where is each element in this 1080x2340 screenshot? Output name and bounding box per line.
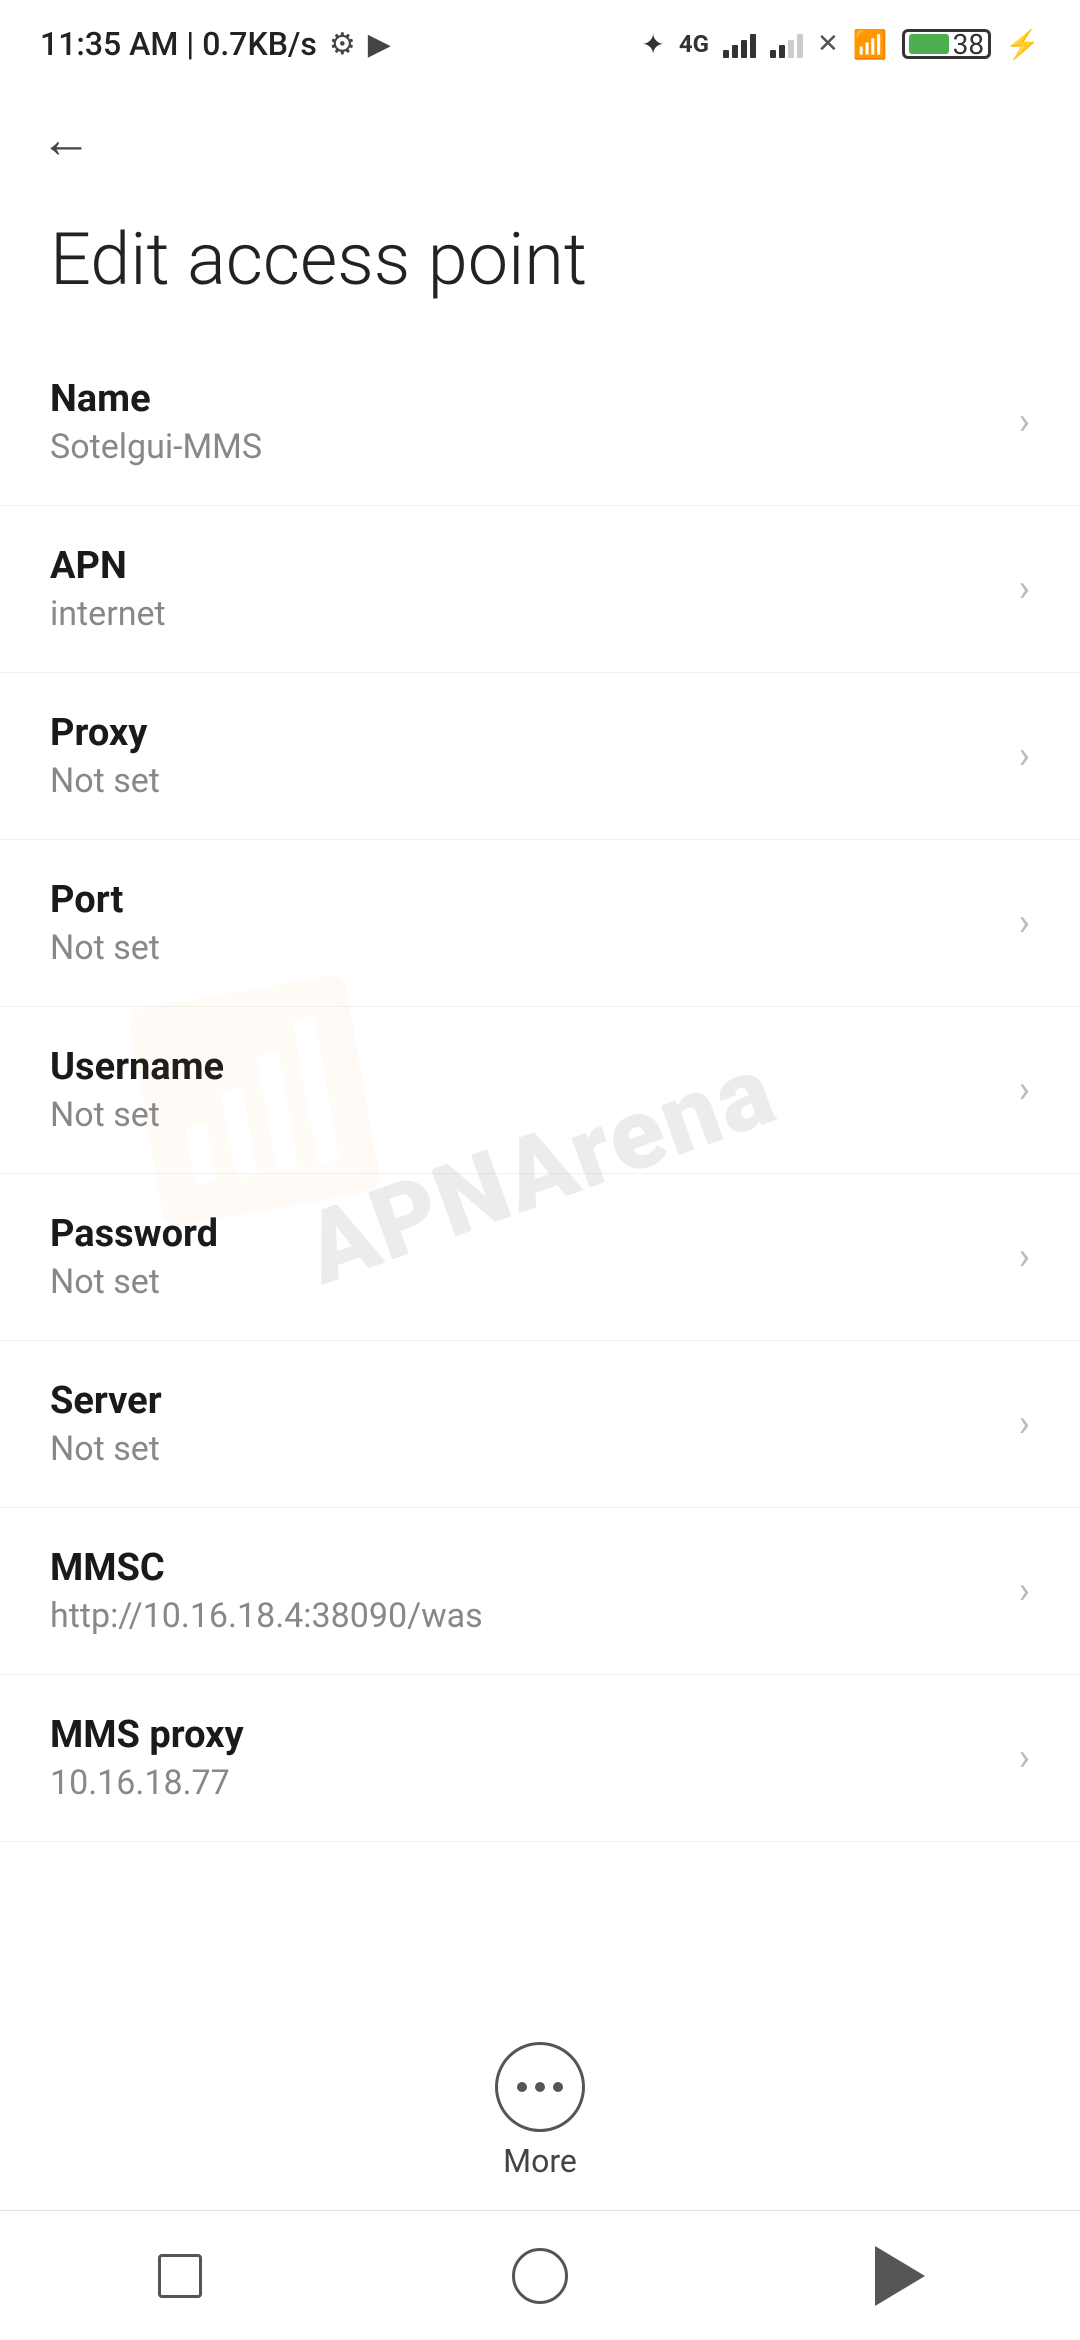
chevron-right-icon: › xyxy=(1019,1402,1030,1446)
settings-item-label: Password xyxy=(50,1212,999,1256)
settings-item-label: Name xyxy=(50,377,999,421)
settings-item-label: Server xyxy=(50,1379,999,1423)
settings-item-label: APN xyxy=(50,544,999,588)
more-button[interactable]: More xyxy=(495,2042,585,2180)
more-label: More xyxy=(503,2142,577,2180)
signal-bars-2 xyxy=(770,30,803,58)
settings-item-value: 10.16.18.77 xyxy=(50,1763,999,1803)
nav-recents-icon xyxy=(158,2254,202,2298)
settings-item[interactable]: Server Not set › xyxy=(0,1341,1080,1508)
status-bar: 11:35 AM | 0.7KB/s ⚙ ▶ ✦ 4G ✕ 📶 38 ⚡ xyxy=(0,0,1080,80)
settings-item-value: Sotelgui-MMS xyxy=(50,427,999,467)
gear-icon: ⚙ xyxy=(329,27,356,62)
nav-home-button[interactable] xyxy=(500,2236,580,2316)
settings-item-value: http://10.16.18.4:38090/was xyxy=(50,1596,999,1636)
bluetooth-icon: ✦ xyxy=(641,28,664,61)
nav-bar xyxy=(0,2210,1080,2340)
nav-recents-button[interactable] xyxy=(140,2236,220,2316)
settings-item-content: Password Not set xyxy=(50,1212,999,1302)
settings-item-label: MMSC xyxy=(50,1546,999,1590)
nav-back-button[interactable] xyxy=(860,2236,940,2316)
no-signal-icon: ✕ xyxy=(817,29,839,59)
settings-item[interactable]: APN internet › xyxy=(0,506,1080,673)
chevron-right-icon: › xyxy=(1019,1736,1030,1780)
chevron-right-icon: › xyxy=(1019,734,1030,778)
settings-item-content: Server Not set xyxy=(50,1379,999,1469)
battery-text: 38 xyxy=(953,28,984,61)
battery-fill xyxy=(909,34,949,54)
nav-home-icon xyxy=(512,2248,568,2304)
video-icon: ▶ xyxy=(368,27,391,62)
chevron-right-icon: › xyxy=(1019,901,1030,945)
settings-item-label: MMS proxy xyxy=(50,1713,999,1757)
settings-item-content: Port Not set xyxy=(50,878,999,968)
status-left: 11:35 AM | 0.7KB/s ⚙ ▶ xyxy=(40,25,391,63)
network-4g-icon: 4G xyxy=(679,30,709,58)
settings-item[interactable]: Proxy Not set › xyxy=(0,673,1080,840)
settings-item[interactable]: Port Not set › xyxy=(0,840,1080,1007)
more-circle xyxy=(495,2042,585,2132)
settings-item-value: Not set xyxy=(50,1429,999,1469)
settings-item-content: Username Not set xyxy=(50,1045,999,1135)
settings-item-content: MMSC http://10.16.18.4:38090/was xyxy=(50,1546,999,1636)
settings-item-content: APN internet xyxy=(50,544,999,634)
status-right: ✦ 4G ✕ 📶 38 ⚡ xyxy=(641,28,1040,61)
settings-item-value: Not set xyxy=(50,1095,999,1135)
settings-item[interactable]: MMSC http://10.16.18.4:38090/was › xyxy=(0,1508,1080,1675)
signal-bars-1 xyxy=(723,30,756,58)
chevron-right-icon: › xyxy=(1019,400,1030,444)
chevron-right-icon: › xyxy=(1019,567,1030,611)
settings-item-value: internet xyxy=(50,594,999,634)
settings-item-label: Port xyxy=(50,878,999,922)
settings-item[interactable]: Name Sotelgui-MMS › xyxy=(0,339,1080,506)
settings-item-label: Proxy xyxy=(50,711,999,755)
chevron-right-icon: › xyxy=(1019,1068,1030,1112)
settings-item-value: Not set xyxy=(50,928,999,968)
page-title: Edit access point xyxy=(50,220,1030,299)
more-dot-1 xyxy=(517,2082,527,2092)
settings-item-content: Proxy Not set xyxy=(50,711,999,801)
status-time: 11:35 AM | 0.7KB/s xyxy=(40,25,317,63)
settings-item[interactable]: Username Not set › xyxy=(0,1007,1080,1174)
settings-item-value: Not set xyxy=(50,761,999,801)
settings-item-content: Name Sotelgui-MMS xyxy=(50,377,999,467)
charging-icon: ⚡ xyxy=(1005,28,1040,61)
battery-indicator: 38 xyxy=(902,29,991,59)
settings-item-label: Username xyxy=(50,1045,999,1089)
settings-item-content: MMS proxy 10.16.18.77 xyxy=(50,1713,999,1803)
more-dot-2 xyxy=(535,2082,545,2092)
settings-list: Name Sotelgui-MMS › APN internet › Proxy Not se… xyxy=(0,339,1080,1842)
chevron-right-icon: › xyxy=(1019,1235,1030,1279)
page-title-section: Edit access point xyxy=(0,190,1080,339)
settings-item-value: Not set xyxy=(50,1262,999,1302)
settings-item[interactable]: MMS proxy 10.16.18.77 › xyxy=(0,1675,1080,1842)
more-dots xyxy=(517,2082,563,2092)
wifi-icon: 📶 xyxy=(853,28,888,61)
more-dot-3 xyxy=(553,2082,563,2092)
back-button[interactable]: ← xyxy=(40,114,92,166)
toolbar: ← xyxy=(0,80,1080,190)
nav-back-icon xyxy=(875,2246,925,2306)
chevron-right-icon: › xyxy=(1019,1569,1030,1613)
settings-item[interactable]: Password Not set › xyxy=(0,1174,1080,1341)
